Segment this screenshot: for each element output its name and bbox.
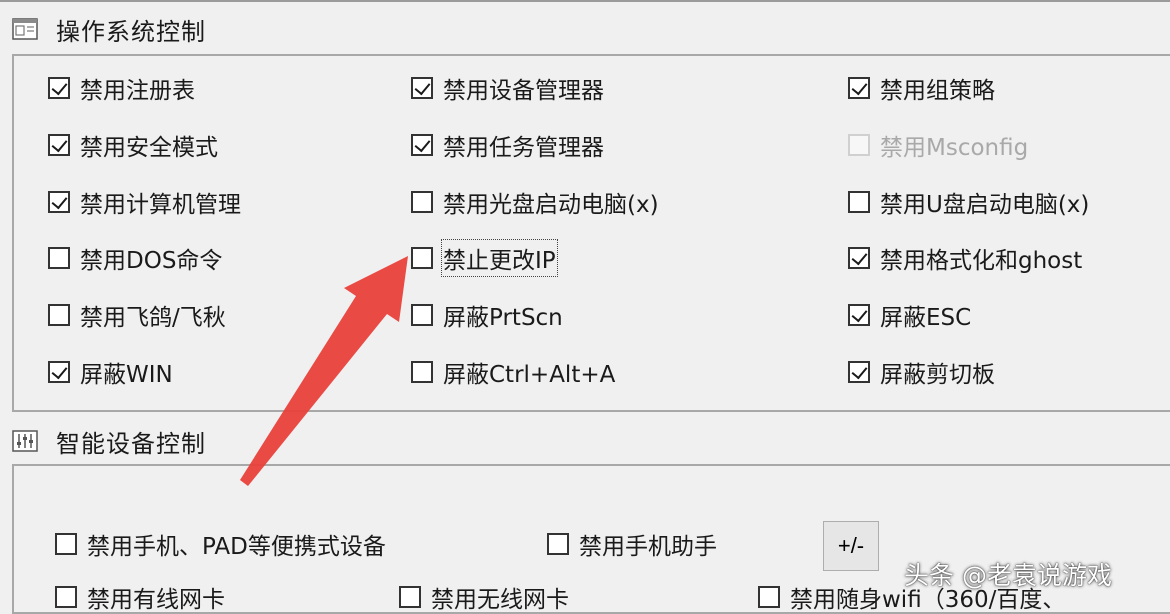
checkbox-empty-icon[interactable] bbox=[758, 586, 780, 608]
os-checkbox-item[interactable]: 屏蔽WIN bbox=[48, 357, 173, 388]
checkbox-empty-icon[interactable] bbox=[55, 533, 77, 555]
checkbox-label: 禁用格式化和ghost bbox=[880, 248, 1083, 274]
checkbox-label: 禁用无线网卡 bbox=[431, 587, 569, 613]
os-checkbox-item[interactable]: 禁用DOS命令 bbox=[48, 243, 223, 274]
os-checkbox-item[interactable]: 禁用飞鸽/飞秋 bbox=[48, 300, 226, 331]
checkbox-checked-icon[interactable] bbox=[411, 77, 433, 99]
sliders-icon bbox=[12, 430, 38, 452]
device-section-header: 智能设备控制 bbox=[12, 424, 206, 458]
checkbox-checked-icon[interactable] bbox=[48, 134, 70, 156]
device-section-title: 智能设备控制 bbox=[56, 429, 206, 458]
checkbox-checked-icon[interactable] bbox=[411, 134, 433, 156]
checkbox-checked-icon[interactable] bbox=[848, 247, 870, 269]
checkbox-empty-icon[interactable] bbox=[399, 586, 421, 608]
checkbox-label: 禁用组策略 bbox=[880, 78, 995, 104]
os-section-title: 操作系统控制 bbox=[56, 17, 206, 46]
checkbox-label: 禁止更改IP bbox=[441, 239, 558, 277]
os-section-header: 操作系统控制 bbox=[12, 12, 206, 46]
os-checkbox-item[interactable]: 禁用U盘启动电脑(x) bbox=[848, 187, 1090, 218]
top-divider bbox=[0, 0, 1170, 2]
checkbox-label: 禁用设备管理器 bbox=[443, 78, 604, 104]
checkbox-label: 禁用计算机管理 bbox=[80, 192, 241, 218]
device-checkbox-item[interactable]: 禁用有线网卡 bbox=[55, 582, 225, 613]
checkbox-label: 禁用DOS命令 bbox=[80, 248, 223, 274]
os-checkbox-item[interactable]: 禁用格式化和ghost bbox=[848, 243, 1083, 274]
checkbox-checked-icon[interactable] bbox=[48, 77, 70, 99]
os-checkbox-item[interactable]: 禁用注册表 bbox=[48, 73, 195, 104]
os-checkbox-item[interactable]: 屏蔽剪切板 bbox=[848, 357, 995, 388]
checkbox-label: 屏蔽剪切板 bbox=[880, 362, 995, 388]
os-checkbox-item[interactable]: 禁用光盘启动电脑(x) bbox=[411, 187, 659, 218]
os-checkbox-item[interactable]: 屏蔽ESC bbox=[848, 300, 972, 331]
os-checkbox-item[interactable]: 禁用设备管理器 bbox=[411, 73, 604, 104]
checkbox-label: 禁用飞鸽/飞秋 bbox=[80, 305, 226, 331]
checkbox-checked-icon[interactable] bbox=[848, 304, 870, 326]
checkbox-empty-icon[interactable] bbox=[48, 247, 70, 269]
device-checkbox-item[interactable]: 禁用手机助手 bbox=[547, 529, 717, 560]
device-checkbox-item[interactable]: 禁用无线网卡 bbox=[399, 582, 569, 613]
device-checkbox-item[interactable]: 禁用手机、PAD等便携式设备 bbox=[55, 529, 386, 560]
checkbox-label: 禁用光盘启动电脑(x) bbox=[443, 192, 659, 218]
checkbox-label: 屏蔽WIN bbox=[80, 362, 173, 388]
checkbox-label: 禁用安全模式 bbox=[80, 135, 218, 161]
checkbox-checked-icon[interactable] bbox=[48, 191, 70, 213]
os-checkbox-item[interactable]: 禁用组策略 bbox=[848, 73, 995, 104]
plus-minus-button[interactable]: +/- bbox=[823, 521, 879, 571]
checkbox-empty-icon[interactable] bbox=[848, 191, 870, 213]
checkbox-label: 禁用U盘启动电脑(x) bbox=[880, 192, 1090, 218]
checkbox-empty-icon bbox=[848, 134, 870, 156]
os-checkbox-item[interactable]: 禁止更改IP bbox=[411, 239, 558, 277]
os-checkbox-item[interactable]: 屏蔽Ctrl+Alt+A bbox=[411, 357, 616, 388]
checkbox-label: 禁用手机、PAD等便携式设备 bbox=[87, 534, 386, 560]
checkbox-checked-icon[interactable] bbox=[848, 77, 870, 99]
checkbox-label: 禁用手机助手 bbox=[579, 534, 717, 560]
checkbox-label: 禁用任务管理器 bbox=[443, 135, 604, 161]
checkbox-checked-icon[interactable] bbox=[848, 361, 870, 383]
checkbox-empty-icon[interactable] bbox=[547, 533, 569, 555]
os-checkbox-item[interactable]: 屏蔽PrtScn bbox=[411, 300, 563, 331]
os-checkbox-item: 禁用Msconfig bbox=[848, 130, 1029, 161]
os-checkbox-item[interactable]: 禁用任务管理器 bbox=[411, 130, 604, 161]
checkbox-empty-icon[interactable] bbox=[55, 586, 77, 608]
checkbox-label: 屏蔽Ctrl+Alt+A bbox=[443, 362, 616, 388]
checkbox-label: 屏蔽ESC bbox=[880, 305, 972, 331]
checkbox-empty-icon[interactable] bbox=[411, 247, 433, 269]
checkbox-empty-icon[interactable] bbox=[411, 304, 433, 326]
checkbox-empty-icon[interactable] bbox=[411, 361, 433, 383]
checkbox-label: 禁用注册表 bbox=[80, 78, 195, 104]
window-panel-icon bbox=[12, 18, 38, 40]
checkbox-label: 禁用有线网卡 bbox=[87, 587, 225, 613]
checkbox-empty-icon[interactable] bbox=[411, 191, 433, 213]
checkbox-label: 禁用Msconfig bbox=[880, 135, 1029, 161]
os-checkbox-item[interactable]: 禁用安全模式 bbox=[48, 130, 218, 161]
checkbox-checked-icon[interactable] bbox=[48, 361, 70, 383]
checkbox-empty-icon[interactable] bbox=[48, 304, 70, 326]
watermark: 头条 @老袁说游戏 bbox=[904, 561, 1112, 590]
checkbox-label: 屏蔽PrtScn bbox=[443, 305, 563, 331]
os-checkbox-item[interactable]: 禁用计算机管理 bbox=[48, 187, 241, 218]
